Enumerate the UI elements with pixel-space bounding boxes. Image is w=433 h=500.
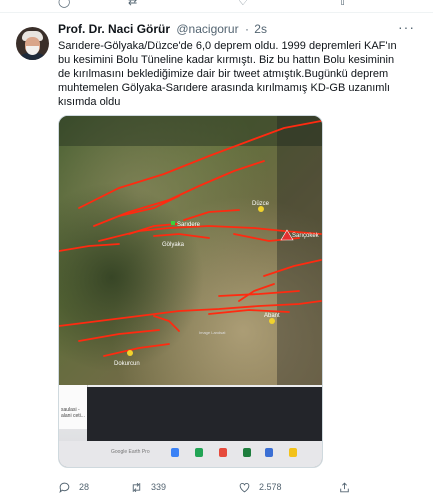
label-abant: Abant <box>264 313 280 319</box>
taskbar-app-icon <box>243 448 251 457</box>
laptop-screen: saulasi - alani ceti... Google Earth Pro <box>59 385 322 467</box>
previous-share-icon[interactable]: ⇧ <box>338 0 347 8</box>
taskbar: Google Earth Pro <box>59 441 322 467</box>
tweet[interactable]: Prof. Dr. Naci Görür @nacigorur · 2s ···… <box>0 13 433 500</box>
tweet-time[interactable]: 2s <box>254 22 267 36</box>
label-dokurcun: Dokurcun <box>114 361 140 367</box>
label-saridere: Sarıdere <box>177 222 201 228</box>
previous-reply-icon[interactable]: ◯ <box>58 0 70 8</box>
share-icon <box>340 482 349 492</box>
tweet-photo[interactable]: Sarıdere Gölyaka Düzce Sarıçokek Abant D… <box>58 115 323 468</box>
reply-button[interactable]: 28 <box>58 478 89 496</box>
avatar[interactable] <box>16 27 49 60</box>
tweet-header: Prof. Dr. Naci Görür @nacigorur · 2s ··· <box>58 19 415 38</box>
share-button[interactable] <box>338 478 351 496</box>
like-icon <box>239 482 250 492</box>
earthquake-fault-map: Sarıdere Gölyaka Düzce Sarıçokek Abant D… <box>59 116 322 385</box>
taskbar-app-icon <box>265 448 273 457</box>
dokurcun-marker <box>127 350 133 356</box>
label-watermark: Image Landsat <box>199 330 226 335</box>
label-golyaka: Gölyaka <box>162 242 185 248</box>
side-window-text: saulasi - alani ceti... <box>61 407 85 419</box>
previous-like-icon[interactable]: ♡ <box>238 0 248 8</box>
retweet-count: 339 <box>151 482 167 492</box>
more-options-icon[interactable]: ··· <box>398 19 415 35</box>
tweet-action-bar: 28 339 2.578 <box>58 478 358 496</box>
label-duzce: Düzce <box>252 201 270 207</box>
previous-retweet-icon[interactable]: ⇄ <box>128 0 137 8</box>
author-name[interactable]: Prof. Dr. Naci Görür <box>58 22 170 36</box>
label-sarcokek: Sarıçokek <box>292 233 320 239</box>
taskbar-label: Google Earth Pro <box>111 449 150 455</box>
reply-icon <box>59 482 70 493</box>
retweet-button[interactable]: 339 <box>130 478 166 496</box>
separator: · <box>244 22 249 36</box>
side-window: saulasi - alani ceti... <box>59 385 88 429</box>
author-handle[interactable]: @nacigorur <box>176 22 238 36</box>
tweet-text: Sarıdere-Gölyaka/Düzce'de 6,0 deprem old… <box>58 40 397 108</box>
like-count: 2.578 <box>259 482 282 492</box>
saridere-marker <box>171 221 175 225</box>
taskbar-app-icon <box>289 448 297 457</box>
retweet-icon <box>132 482 141 492</box>
taskbar-app-icon <box>171 448 179 457</box>
previous-tweet-action-bar: ◯ ⇄ ♡ ⇧ <box>0 0 433 13</box>
taskbar-app-icon <box>219 448 227 457</box>
like-button[interactable]: 2.578 <box>238 478 282 496</box>
reply-count: 28 <box>79 482 90 492</box>
taskbar-app-icon <box>195 448 203 457</box>
